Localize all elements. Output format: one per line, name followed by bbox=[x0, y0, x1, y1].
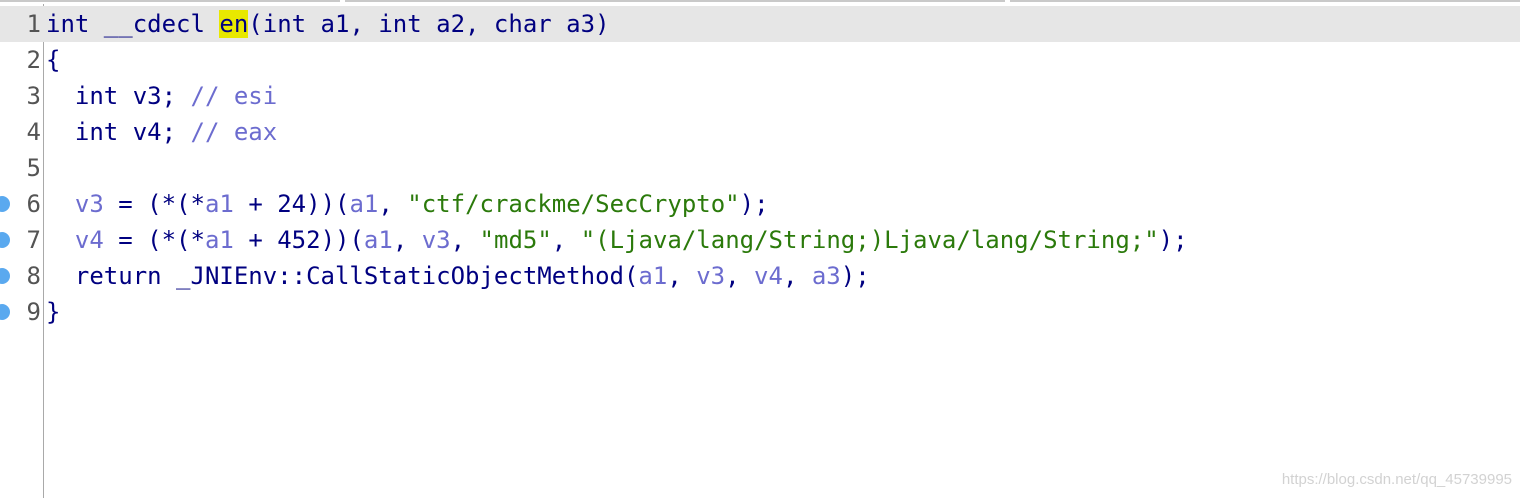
code-token: int __cdecl bbox=[46, 10, 220, 38]
code-token: = (*(* bbox=[103, 226, 205, 254]
code-token: , bbox=[392, 226, 422, 254]
window-top-border bbox=[0, 0, 1520, 4]
code-token[interactable]: a1 bbox=[205, 190, 234, 218]
line-number: 1 bbox=[26, 10, 41, 38]
code-token: "md5" bbox=[479, 226, 552, 254]
line-number: 3 bbox=[26, 82, 41, 110]
code-text[interactable]: v4 = (*(*a1 + 452))(a1, v3, "md5", "(Lja… bbox=[46, 222, 1188, 258]
code-token[interactable]: v4 bbox=[75, 226, 104, 254]
highlighted-identifier[interactable]: en bbox=[219, 10, 249, 38]
code-token[interactable]: v3 bbox=[75, 190, 104, 218]
code-token[interactable]: a1 bbox=[638, 262, 667, 290]
line-number: 8 bbox=[26, 262, 41, 290]
code-token: , bbox=[450, 226, 480, 254]
line-number: 2 bbox=[26, 46, 41, 74]
code-token: , bbox=[782, 262, 812, 290]
code-token[interactable]: a1 bbox=[205, 226, 234, 254]
watermark: https://blog.csdn.net/qq_45739995 bbox=[1281, 471, 1512, 488]
code-text[interactable]: int v3; // esi bbox=[46, 78, 277, 114]
code-line[interactable]: 2{ bbox=[0, 42, 1520, 78]
code-token: { bbox=[46, 46, 61, 74]
code-text[interactable]: } bbox=[46, 294, 60, 330]
code-token: + 24))( bbox=[233, 190, 350, 218]
line-number: 7 bbox=[26, 226, 41, 254]
code-token: // esi bbox=[190, 82, 278, 110]
code-token[interactable]: v3 bbox=[696, 262, 725, 290]
code-token: , bbox=[725, 262, 755, 290]
code-token[interactable]: a1 bbox=[349, 190, 378, 218]
code-text[interactable]: v3 = (*(*a1 + 24))(a1, "ctf/crackme/SecC… bbox=[46, 186, 769, 222]
code-line[interactable]: 5 bbox=[0, 150, 1520, 186]
code-token: ); bbox=[739, 190, 769, 218]
code-line[interactable]: 6 v3 = (*(*a1 + 24))(a1, "ctf/crackme/Se… bbox=[0, 186, 1520, 222]
code-text[interactable]: return _JNIEnv::CallStaticObjectMethod(a… bbox=[46, 258, 870, 294]
tab-strip-segment bbox=[345, 0, 1005, 2]
code-token: } bbox=[46, 298, 61, 326]
code-token: + 452))( bbox=[233, 226, 364, 254]
code-token: int v3; bbox=[46, 82, 191, 110]
code-token: // eax bbox=[190, 118, 278, 146]
line-number: 9 bbox=[26, 298, 41, 326]
tab-strip-segment bbox=[1010, 0, 1520, 2]
code-token[interactable]: v3 bbox=[422, 226, 451, 254]
code-line[interactable]: 9} bbox=[0, 294, 1520, 330]
code-token: "(Ljava/lang/String;)Ljava/lang/String;" bbox=[580, 226, 1159, 254]
tab-strip-segment bbox=[0, 0, 340, 2]
code-token: , bbox=[378, 190, 408, 218]
code-line[interactable]: 1 int __cdecl en(int a1, int a2, char a3) bbox=[0, 6, 1520, 42]
code-token: ); bbox=[840, 262, 870, 290]
code-text[interactable]: { bbox=[46, 42, 60, 78]
code-token: = (*(* bbox=[103, 190, 205, 218]
code-token: return _JNIEnv::CallStaticObjectMethod( bbox=[46, 262, 639, 290]
code-line[interactable]: 7 v4 = (*(*a1 + 452))(a1, v3, "md5", "(L… bbox=[0, 222, 1520, 258]
code-token[interactable]: a3 bbox=[812, 262, 841, 290]
code-token: "ctf/crackme/SecCrypto" bbox=[407, 190, 740, 218]
line-number: 4 bbox=[26, 118, 41, 146]
code-text[interactable]: int __cdecl en(int a1, int a2, char a3) bbox=[46, 6, 610, 42]
code-line[interactable]: 8 return _JNIEnv::CallStaticObjectMethod… bbox=[0, 258, 1520, 294]
code-token: ); bbox=[1158, 226, 1188, 254]
code-token[interactable]: v4 bbox=[754, 262, 783, 290]
code-text[interactable]: int v4; // eax bbox=[46, 114, 277, 150]
code-token: int v4; bbox=[46, 118, 191, 146]
code-token[interactable]: a1 bbox=[364, 226, 393, 254]
code-token: (int a1, int a2, char a3) bbox=[248, 10, 610, 38]
line-number: 5 bbox=[26, 154, 41, 182]
code-line[interactable]: 3 int v3; // esi bbox=[0, 78, 1520, 114]
line-number: 6 bbox=[26, 190, 41, 218]
code-line[interactable]: 4 int v4; // eax bbox=[0, 114, 1520, 150]
code-token: , bbox=[551, 226, 581, 254]
code-token: , bbox=[667, 262, 697, 290]
